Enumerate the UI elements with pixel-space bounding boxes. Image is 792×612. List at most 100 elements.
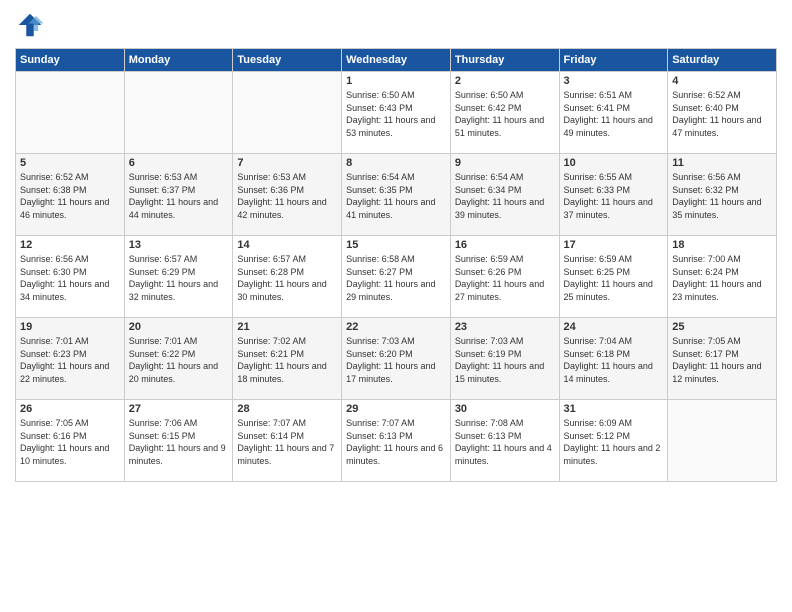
day-number: 25: [672, 321, 772, 333]
day-info: Sunrise: 7:05 AMSunset: 6:17 PMDaylight:…: [672, 336, 761, 384]
day-number: 14: [237, 239, 337, 251]
day-info: Sunrise: 6:50 AMSunset: 6:42 PMDaylight:…: [455, 90, 544, 138]
day-number: 20: [129, 321, 229, 333]
day-info: Sunrise: 7:08 AMSunset: 6:13 PMDaylight:…: [455, 418, 552, 466]
day-number: 27: [129, 403, 229, 415]
day-info: Sunrise: 6:51 AMSunset: 6:41 PMDaylight:…: [564, 90, 653, 138]
calendar-cell: 12 Sunrise: 6:56 AMSunset: 6:30 PMDaylig…: [16, 236, 125, 318]
calendar-cell: 19 Sunrise: 7:01 AMSunset: 6:23 PMDaylig…: [16, 318, 125, 400]
col-monday: Monday: [124, 49, 233, 72]
day-info: Sunrise: 6:50 AMSunset: 6:43 PMDaylight:…: [346, 90, 435, 138]
day-number: 13: [129, 239, 229, 251]
day-number: 16: [455, 239, 555, 251]
col-thursday: Thursday: [450, 49, 559, 72]
day-number: 30: [455, 403, 555, 415]
day-number: 29: [346, 403, 446, 415]
calendar-cell: 29 Sunrise: 7:07 AMSunset: 6:13 PMDaylig…: [342, 400, 451, 482]
day-number: 4: [672, 75, 772, 87]
day-info: Sunrise: 6:09 AMSunset: 5:12 PMDaylight:…: [564, 418, 661, 466]
day-info: Sunrise: 7:07 AMSunset: 6:13 PMDaylight:…: [346, 418, 443, 466]
calendar-cell: 22 Sunrise: 7:03 AMSunset: 6:20 PMDaylig…: [342, 318, 451, 400]
calendar-cell: 3 Sunrise: 6:51 AMSunset: 6:41 PMDayligh…: [559, 72, 668, 154]
calendar-cell: 5 Sunrise: 6:52 AMSunset: 6:38 PMDayligh…: [16, 154, 125, 236]
day-info: Sunrise: 6:55 AMSunset: 6:33 PMDaylight:…: [564, 172, 653, 220]
calendar-cell: 23 Sunrise: 7:03 AMSunset: 6:19 PMDaylig…: [450, 318, 559, 400]
day-info: Sunrise: 7:01 AMSunset: 6:23 PMDaylight:…: [20, 336, 109, 384]
calendar-cell: 14 Sunrise: 6:57 AMSunset: 6:28 PMDaylig…: [233, 236, 342, 318]
logo-icon: [15, 10, 45, 40]
day-number: 18: [672, 239, 772, 251]
day-number: 5: [20, 157, 120, 169]
col-friday: Friday: [559, 49, 668, 72]
day-info: Sunrise: 6:57 AMSunset: 6:29 PMDaylight:…: [129, 254, 218, 302]
col-wednesday: Wednesday: [342, 49, 451, 72]
calendar-cell: 28 Sunrise: 7:07 AMSunset: 6:14 PMDaylig…: [233, 400, 342, 482]
day-number: 31: [564, 403, 664, 415]
day-info: Sunrise: 7:03 AMSunset: 6:19 PMDaylight:…: [455, 336, 544, 384]
header: [15, 10, 777, 40]
calendar-cell: 20 Sunrise: 7:01 AMSunset: 6:22 PMDaylig…: [124, 318, 233, 400]
calendar-cell: [233, 72, 342, 154]
calendar-cell: [124, 72, 233, 154]
day-info: Sunrise: 6:59 AMSunset: 6:25 PMDaylight:…: [564, 254, 653, 302]
calendar-cell: 30 Sunrise: 7:08 AMSunset: 6:13 PMDaylig…: [450, 400, 559, 482]
day-number: 10: [564, 157, 664, 169]
day-info: Sunrise: 6:56 AMSunset: 6:32 PMDaylight:…: [672, 172, 761, 220]
day-info: Sunrise: 6:57 AMSunset: 6:28 PMDaylight:…: [237, 254, 326, 302]
col-saturday: Saturday: [668, 49, 777, 72]
calendar-week-2: 5 Sunrise: 6:52 AMSunset: 6:38 PMDayligh…: [16, 154, 777, 236]
calendar-cell: 4 Sunrise: 6:52 AMSunset: 6:40 PMDayligh…: [668, 72, 777, 154]
day-number: 15: [346, 239, 446, 251]
day-number: 2: [455, 75, 555, 87]
day-info: Sunrise: 6:58 AMSunset: 6:27 PMDaylight:…: [346, 254, 435, 302]
calendar-cell: 25 Sunrise: 7:05 AMSunset: 6:17 PMDaylig…: [668, 318, 777, 400]
calendar-cell: 18 Sunrise: 7:00 AMSunset: 6:24 PMDaylig…: [668, 236, 777, 318]
calendar-cell: 26 Sunrise: 7:05 AMSunset: 6:16 PMDaylig…: [16, 400, 125, 482]
day-info: Sunrise: 7:07 AMSunset: 6:14 PMDaylight:…: [237, 418, 334, 466]
day-info: Sunrise: 6:54 AMSunset: 6:35 PMDaylight:…: [346, 172, 435, 220]
day-number: 28: [237, 403, 337, 415]
calendar-week-5: 26 Sunrise: 7:05 AMSunset: 6:16 PMDaylig…: [16, 400, 777, 482]
day-number: 22: [346, 321, 446, 333]
day-info: Sunrise: 6:56 AMSunset: 6:30 PMDaylight:…: [20, 254, 109, 302]
day-info: Sunrise: 7:05 AMSunset: 6:16 PMDaylight:…: [20, 418, 109, 466]
calendar-cell: 17 Sunrise: 6:59 AMSunset: 6:25 PMDaylig…: [559, 236, 668, 318]
day-number: 8: [346, 157, 446, 169]
day-number: 19: [20, 321, 120, 333]
calendar-cell: 13 Sunrise: 6:57 AMSunset: 6:29 PMDaylig…: [124, 236, 233, 318]
calendar-cell: 27 Sunrise: 7:06 AMSunset: 6:15 PMDaylig…: [124, 400, 233, 482]
calendar-week-4: 19 Sunrise: 7:01 AMSunset: 6:23 PMDaylig…: [16, 318, 777, 400]
day-number: 12: [20, 239, 120, 251]
calendar-cell: 31 Sunrise: 6:09 AMSunset: 5:12 PMDaylig…: [559, 400, 668, 482]
day-info: Sunrise: 6:53 AMSunset: 6:37 PMDaylight:…: [129, 172, 218, 220]
calendar-week-3: 12 Sunrise: 6:56 AMSunset: 6:30 PMDaylig…: [16, 236, 777, 318]
calendar-week-1: 1 Sunrise: 6:50 AMSunset: 6:43 PMDayligh…: [16, 72, 777, 154]
logo: [15, 10, 49, 40]
day-number: 24: [564, 321, 664, 333]
calendar-cell: 1 Sunrise: 6:50 AMSunset: 6:43 PMDayligh…: [342, 72, 451, 154]
calendar-cell: 24 Sunrise: 7:04 AMSunset: 6:18 PMDaylig…: [559, 318, 668, 400]
day-number: 3: [564, 75, 664, 87]
calendar-cell: [16, 72, 125, 154]
day-info: Sunrise: 6:59 AMSunset: 6:26 PMDaylight:…: [455, 254, 544, 302]
calendar-cell: 2 Sunrise: 6:50 AMSunset: 6:42 PMDayligh…: [450, 72, 559, 154]
calendar-cell: 8 Sunrise: 6:54 AMSunset: 6:35 PMDayligh…: [342, 154, 451, 236]
day-number: 9: [455, 157, 555, 169]
calendar-cell: 21 Sunrise: 7:02 AMSunset: 6:21 PMDaylig…: [233, 318, 342, 400]
day-info: Sunrise: 6:52 AMSunset: 6:38 PMDaylight:…: [20, 172, 109, 220]
calendar-cell: 11 Sunrise: 6:56 AMSunset: 6:32 PMDaylig…: [668, 154, 777, 236]
col-tuesday: Tuesday: [233, 49, 342, 72]
day-number: 21: [237, 321, 337, 333]
calendar-cell: 10 Sunrise: 6:55 AMSunset: 6:33 PMDaylig…: [559, 154, 668, 236]
calendar: Sunday Monday Tuesday Wednesday Thursday…: [15, 48, 777, 482]
calendar-cell: 6 Sunrise: 6:53 AMSunset: 6:37 PMDayligh…: [124, 154, 233, 236]
calendar-cell: 7 Sunrise: 6:53 AMSunset: 6:36 PMDayligh…: [233, 154, 342, 236]
col-sunday: Sunday: [16, 49, 125, 72]
day-info: Sunrise: 6:54 AMSunset: 6:34 PMDaylight:…: [455, 172, 544, 220]
day-info: Sunrise: 7:06 AMSunset: 6:15 PMDaylight:…: [129, 418, 226, 466]
day-info: Sunrise: 7:02 AMSunset: 6:21 PMDaylight:…: [237, 336, 326, 384]
calendar-cell: 9 Sunrise: 6:54 AMSunset: 6:34 PMDayligh…: [450, 154, 559, 236]
day-number: 26: [20, 403, 120, 415]
day-number: 23: [455, 321, 555, 333]
header-row: Sunday Monday Tuesday Wednesday Thursday…: [16, 49, 777, 72]
